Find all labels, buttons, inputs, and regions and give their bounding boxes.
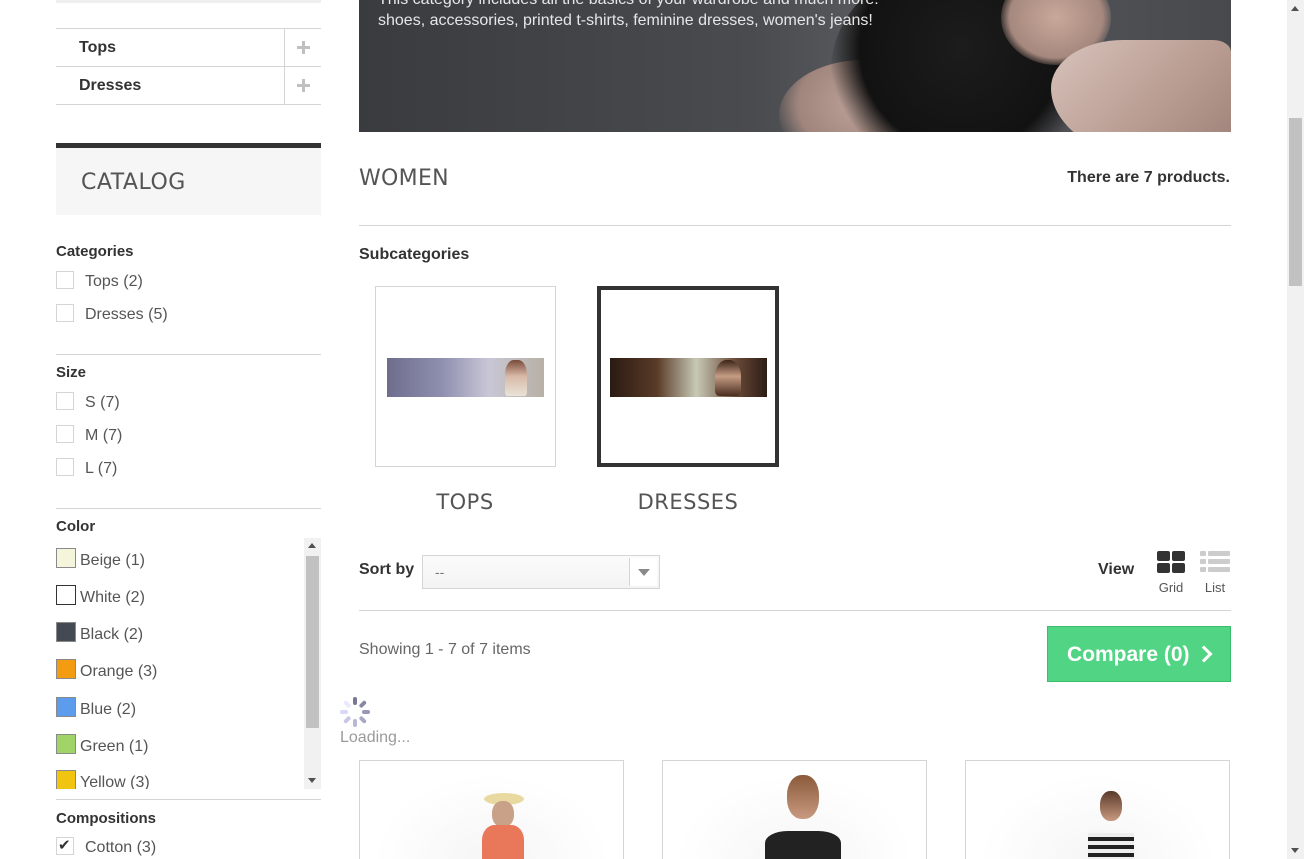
subcategory-name-dresses[interactable]: DRESSES (578, 490, 798, 514)
showing-items-text: Showing 1 - 7 of 7 items (359, 641, 531, 658)
compare-button-label[interactable]: Compare (0) (1067, 643, 1190, 667)
scrollbar-thumb[interactable] (1289, 118, 1302, 286)
sort-selected-value[interactable]: -- (435, 564, 444, 580)
scrollbar-thumb[interactable] (306, 556, 319, 728)
color-option-label[interactable]: Blue (2) (80, 701, 136, 719)
subcategory-image-dresses[interactable] (597, 286, 779, 467)
compare-button[interactable]: Compare (0) (1047, 626, 1231, 682)
view-label: View (1098, 561, 1135, 578)
color-swatch[interactable] (56, 697, 76, 717)
loading-spinner-icon (338, 695, 374, 731)
subcategory-image-tops[interactable] (375, 286, 556, 467)
filter-title-size: Size (56, 364, 87, 381)
category-tree-item-tops[interactable]: Tops (56, 29, 321, 67)
filter-option-label[interactable]: Tops (2) (85, 273, 143, 291)
category-tree-item-dresses[interactable]: Dresses (56, 67, 321, 105)
color-swatch[interactable] (56, 585, 76, 605)
banner-description-line: This category includes all the basics of… (378, 0, 879, 9)
spinner-segment (353, 719, 357, 727)
block-divider (56, 0, 321, 3)
color-option-label[interactable]: White (2) (80, 589, 145, 607)
filter-divider (56, 508, 321, 509)
chevron-down-icon[interactable] (629, 558, 657, 586)
product-card[interactable] (359, 760, 624, 859)
filter-option-label[interactable]: Cotton (3) (85, 839, 156, 857)
subcategory-photo[interactable] (610, 358, 767, 397)
spinner-segment (342, 715, 352, 725)
color-option-label[interactable]: Orange (3) (80, 663, 157, 681)
filter-option-label[interactable]: Dresses (5) (85, 306, 168, 324)
page-title: WOMEN (359, 166, 449, 191)
catalog-header: CATALOG (56, 143, 321, 215)
product-image[interactable] (372, 773, 612, 859)
left-column: Tops Dresses CATALOG Categories Tops (2)… (56, 0, 321, 859)
filter-option-label[interactable]: M (7) (85, 427, 122, 445)
filter-title-categories: Categories (56, 243, 134, 260)
product-count: There are 7 products. (1067, 169, 1230, 186)
filter-option-label[interactable]: S (7) (85, 394, 120, 412)
product-card[interactable] (662, 760, 927, 859)
spinner-segment (340, 710, 348, 714)
sort-label: Sort by (359, 561, 415, 578)
loading-text: Loading... (340, 729, 411, 746)
sort-select[interactable]: -- (422, 555, 660, 589)
spinner-segment (353, 697, 357, 705)
view-list-button[interactable]: List (1198, 550, 1232, 596)
checkbox[interactable] (56, 304, 74, 322)
checkbox-checked[interactable] (56, 836, 74, 855)
heading-divider (359, 225, 1231, 226)
checkbox[interactable] (56, 392, 74, 410)
color-swatch[interactable] (56, 659, 76, 679)
chevron-right-icon[interactable] (1195, 645, 1213, 663)
filter-title-color: Color (56, 518, 96, 535)
scroll-down-arrow-icon[interactable] (308, 778, 316, 783)
catalog-title: CATALOG (81, 170, 186, 195)
filter-divider (56, 354, 321, 355)
color-swatch[interactable] (56, 734, 76, 754)
spinner-segment (362, 710, 370, 714)
filter-divider (56, 799, 321, 800)
category-tree-label[interactable]: Dresses (79, 77, 141, 95)
color-option-label[interactable]: Green (1) (80, 738, 148, 756)
page-scrollbar[interactable] (1287, 0, 1304, 859)
filter-title-compositions: Compositions (56, 810, 156, 827)
category-tree: Tops Dresses (56, 28, 321, 105)
spinner-segment (358, 715, 368, 725)
banner-description-line: shoes, accessories, printed t-shirts, fe… (378, 12, 873, 29)
expand-plus-icon[interactable] (284, 67, 321, 104)
color-swatch[interactable] (56, 622, 76, 642)
subcategories-title: Subcategories (359, 246, 470, 263)
grid-icon[interactable] (1157, 551, 1186, 575)
category-banner: This category includes all the basics of… (359, 0, 1231, 132)
color-list-scrollbar[interactable] (304, 538, 321, 789)
color-option-label[interactable]: Beige (1) (80, 552, 145, 570)
color-swatch[interactable] (56, 548, 76, 568)
product-image[interactable] (978, 773, 1218, 859)
color-filter-list[interactable]: Beige (1) White (2) Black (2) Orange (3)… (56, 538, 321, 789)
product-image[interactable] (675, 773, 915, 859)
category-tree-label[interactable]: Tops (79, 39, 116, 57)
subcategory-name-tops[interactable]: TOPS (355, 490, 575, 514)
list-icon[interactable] (1200, 551, 1230, 575)
color-option-label[interactable]: Yellow (3) (80, 774, 150, 789)
scroll-up-arrow-icon[interactable] (1291, 6, 1299, 11)
view-list-label[interactable]: List (1198, 580, 1232, 595)
view-grid-label[interactable]: Grid (1154, 580, 1188, 595)
expand-plus-icon[interactable] (284, 29, 321, 66)
color-swatch[interactable] (56, 770, 76, 789)
scroll-up-arrow-icon[interactable] (308, 543, 316, 548)
color-option-label[interactable]: Black (2) (80, 626, 143, 644)
view-grid-button[interactable]: Grid (1154, 550, 1188, 596)
product-card[interactable] (965, 760, 1230, 859)
filter-option-label[interactable]: L (7) (85, 460, 117, 478)
spinner-segment (342, 699, 352, 709)
checkbox[interactable] (56, 458, 74, 476)
spinner-segment (358, 699, 368, 709)
checkbox[interactable] (56, 425, 74, 443)
toolbar-divider (359, 610, 1231, 611)
checkbox[interactable] (56, 271, 74, 289)
scroll-down-arrow-icon[interactable] (1291, 848, 1299, 853)
subcategory-photo[interactable] (387, 358, 544, 397)
banner-photo-arm (1051, 40, 1231, 132)
